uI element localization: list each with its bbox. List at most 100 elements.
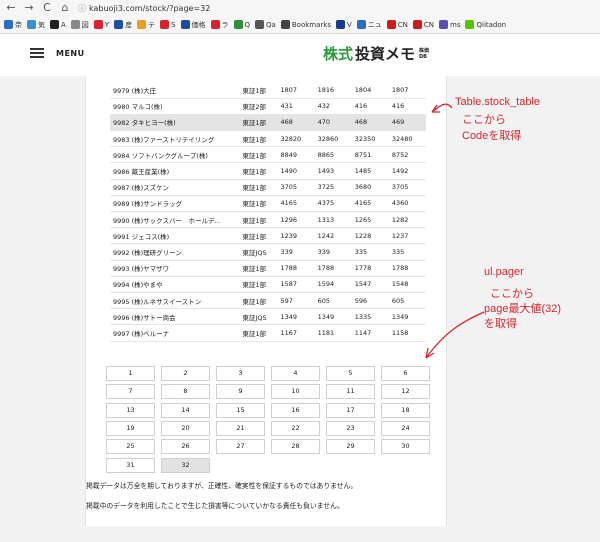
menu-label: MENU bbox=[56, 48, 85, 58]
pager-link[interactable]: 30 bbox=[381, 439, 430, 455]
pager-link[interactable]: 12 bbox=[381, 384, 430, 400]
pager-link[interactable]: 5 bbox=[326, 366, 375, 381]
bookmark-item[interactable]: Q bbox=[233, 20, 250, 29]
pager-link[interactable]: 29 bbox=[326, 439, 375, 455]
stock-price-cell: 1807 bbox=[388, 82, 426, 99]
stock-name-cell[interactable]: 9984 ソフトバンクグループ(株) bbox=[110, 146, 240, 164]
pager-link[interactable]: 19 bbox=[106, 420, 155, 436]
stock-price-cell: 335 bbox=[388, 243, 426, 261]
stock-name-cell[interactable]: 9979 (株)大庄 bbox=[110, 82, 240, 99]
pager-link[interactable]: 26 bbox=[161, 439, 210, 455]
stock-name-cell[interactable]: 9980 マルコ(株) bbox=[110, 98, 240, 115]
site-logo[interactable]: 株式 投資メモ 株価 DB bbox=[323, 43, 429, 64]
pager-link[interactable]: 3 bbox=[216, 366, 265, 381]
stock-price-cell: 1228 bbox=[351, 227, 389, 245]
pager-link[interactable]: 15 bbox=[216, 402, 265, 418]
bookmark-item[interactable]: 気 bbox=[27, 20, 45, 30]
bookmark-item[interactable]: ラ bbox=[210, 20, 229, 30]
pager-link[interactable]: 9 bbox=[216, 384, 265, 400]
stock-price-cell: 32860 bbox=[314, 130, 352, 148]
stock-name-cell[interactable]: 9991 ジェコス(株) bbox=[110, 227, 240, 245]
bookmark-item[interactable]: Qiitadon bbox=[465, 20, 506, 29]
stock-name-cell[interactable]: 9992 (株)理研グリーン bbox=[110, 243, 240, 261]
bookmark-favicon-icon bbox=[93, 20, 103, 29]
stock-name-cell[interactable]: 9986 蔵王産業(株) bbox=[110, 162, 240, 180]
pager-link[interactable]: 21 bbox=[216, 420, 265, 436]
stock-name-cell[interactable]: 9990 (株)サックスバー ホールデ… bbox=[110, 211, 240, 229]
stock-row: 9990 (株)サックスバー ホールデ… 東証1部 1296 1313 1265 1282 bbox=[110, 211, 426, 229]
bookmark-item[interactable]: Y bbox=[93, 20, 109, 29]
bookmark-item[interactable]: 図 bbox=[70, 20, 89, 30]
pager-link[interactable]: 23 bbox=[326, 420, 375, 436]
stock-price-cell: 431 bbox=[277, 98, 315, 115]
bookmark-item[interactable]: 価格 bbox=[180, 20, 206, 30]
menu-button[interactable]: MENU bbox=[30, 48, 85, 58]
stock-price-cell: 1788 bbox=[277, 260, 315, 277]
bookmark-label: Bookmarks bbox=[291, 20, 331, 29]
bookmark-item[interactable]: A bbox=[50, 20, 66, 29]
bookmark-item[interactable]: ms bbox=[439, 20, 460, 29]
pager-link[interactable]: 14 bbox=[161, 402, 210, 418]
pager-link[interactable]: 28 bbox=[271, 439, 320, 455]
pager-link[interactable]: 25 bbox=[106, 439, 155, 455]
pager-link[interactable]: 22 bbox=[271, 420, 320, 436]
stock-name-cell[interactable]: 9993 (株)ヤマザワ bbox=[110, 260, 240, 277]
address-bar[interactable]: ⓘ kabuoji3.com/stock/?page=32 bbox=[78, 2, 210, 15]
stock-name-cell[interactable]: 9995 (株)ルネサスイーストン bbox=[110, 292, 240, 310]
pager-link[interactable]: 27 bbox=[216, 439, 265, 455]
home-icon[interactable]: ⌂ bbox=[58, 1, 72, 15]
pager-link[interactable]: 18 bbox=[381, 402, 430, 418]
stock-table: 9979 (株)大庄 東証1部 1807 1816 1804 1807 9980 マルコ(株… bbox=[110, 82, 426, 342]
pager-link[interactable]: 17 bbox=[326, 402, 375, 418]
stock-name-cell[interactable]: 9989 (株)サンドラッグ bbox=[110, 195, 240, 213]
bookmark-item[interactable]: 産 bbox=[114, 20, 132, 30]
pager-link[interactable]: 6 bbox=[381, 366, 430, 381]
stock-name-cell[interactable]: 9987 (株)スズケン bbox=[110, 179, 240, 196]
bookmark-item[interactable]: Bookmarks bbox=[280, 20, 331, 29]
bookmark-favicon-icon bbox=[210, 20, 220, 29]
stock-price-cell: 1807 bbox=[277, 82, 315, 99]
pager-link[interactable]: 10 bbox=[271, 384, 320, 400]
bookmark-item[interactable]: S bbox=[160, 20, 176, 29]
bookmark-item[interactable]: Qa bbox=[255, 20, 276, 29]
browser-nav-row: ← → C ⌂ ⓘ kabuoji3.com/stock/?page=32 bbox=[0, 0, 600, 16]
bookmark-label: A bbox=[61, 20, 66, 29]
pager-link[interactable]: 11 bbox=[326, 384, 375, 400]
bookmark-item[interactable]: ニュ bbox=[356, 20, 382, 30]
pager-link[interactable]: 2 bbox=[161, 366, 210, 381]
bookmark-label: S bbox=[171, 20, 176, 29]
bookmark-item[interactable]: 奈 bbox=[4, 20, 22, 30]
pager-link[interactable]: 13 bbox=[106, 402, 155, 418]
bookmark-label: Qa bbox=[266, 20, 276, 29]
pager-link[interactable]: 32 bbox=[161, 457, 210, 473]
pager-link[interactable]: 24 bbox=[381, 420, 430, 436]
bookmark-item[interactable]: CN bbox=[412, 20, 434, 29]
forward-arrow-icon[interactable]: → bbox=[22, 1, 36, 15]
pager-link[interactable]: 8 bbox=[161, 384, 210, 400]
reload-icon[interactable]: C bbox=[40, 1, 54, 15]
stock-price-cell: 470 bbox=[314, 114, 352, 132]
bookmark-item[interactable]: テ bbox=[137, 20, 155, 30]
pager-link[interactable]: 31 bbox=[106, 457, 155, 473]
pager-link[interactable]: 16 bbox=[271, 402, 320, 418]
pager-link[interactable]: 1 bbox=[106, 366, 155, 381]
pager-link[interactable]: 7 bbox=[106, 384, 155, 400]
stock-price-cell: 1548 bbox=[388, 276, 426, 293]
logo-sub-bottom: DB bbox=[419, 53, 427, 60]
stock-price-cell: 432 bbox=[314, 98, 352, 115]
stock-name-cell[interactable]: 9982 タキヒヨー(株) bbox=[110, 114, 240, 132]
stock-price-cell: 1778 bbox=[351, 260, 389, 277]
back-arrow-icon[interactable]: ← bbox=[4, 1, 18, 15]
annotation-pager-line3: page最大値(32) bbox=[484, 303, 562, 315]
stock-row: 9991 ジェコス(株) 東証1部 1239 1242 1228 1237 bbox=[110, 227, 426, 245]
stock-price-cell: 416 bbox=[388, 98, 426, 115]
bookmark-favicon-icon bbox=[50, 20, 59, 29]
stock-name-cell[interactable]: 9996 (株)サトー商会 bbox=[110, 308, 240, 326]
stock-name-cell[interactable]: 9997 (株)ベルーナ bbox=[110, 324, 240, 342]
bookmark-item[interactable]: V bbox=[335, 20, 352, 29]
pager-link[interactable]: 20 bbox=[161, 420, 210, 436]
stock-name-cell[interactable]: 9994 (株)やまや bbox=[110, 276, 240, 293]
stock-name-cell[interactable]: 9983 (株)ファーストリテイリング bbox=[110, 130, 240, 148]
pager-link[interactable]: 4 bbox=[271, 366, 320, 381]
bookmark-item[interactable]: CN bbox=[386, 20, 408, 29]
